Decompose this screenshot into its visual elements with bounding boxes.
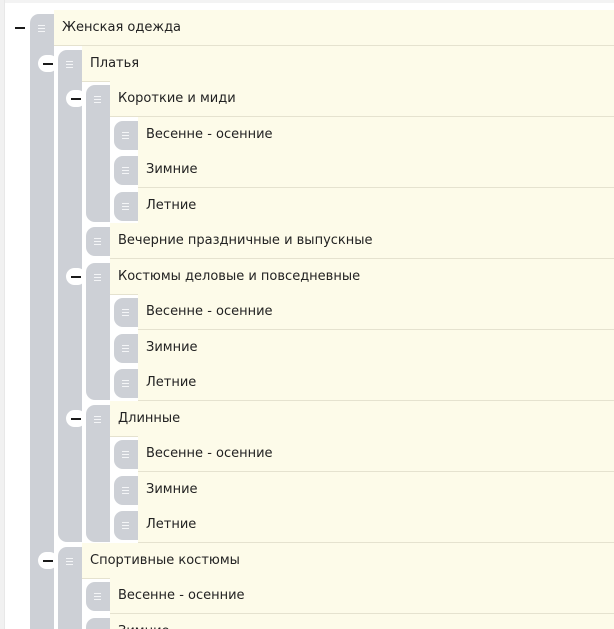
tree-item-label: Зимние [146, 162, 198, 177]
tree-item-label: Летние [146, 375, 197, 390]
drag-handle-icon[interactable] [122, 202, 129, 210]
tree-row-background [138, 152, 614, 188]
tree-row-background [110, 400, 614, 437]
drag-handle-icon[interactable] [122, 167, 129, 174]
collapse-toggle-minus-icon[interactable] [66, 409, 86, 427]
tree-row[interactable]: Весенне - осенние [0, 578, 614, 614]
tree-row[interactable]: Короткие и миди [0, 81, 614, 117]
drag-handle-icon[interactable] [122, 451, 129, 458]
tree-row-background [138, 329, 614, 366]
tree-row[interactable]: Летние [0, 507, 614, 543]
tree-row-background [138, 471, 614, 508]
tree-row-background [138, 507, 614, 543]
tree-row[interactable]: Летние [0, 365, 614, 401]
tree-row[interactable]: Летние [0, 187, 614, 224]
collapse-toggle-minus-icon[interactable] [10, 19, 30, 36]
drag-handle-icon[interactable] [66, 557, 73, 565]
tree-row[interactable]: Костюмы деловые и повседневные [0, 258, 614, 295]
tree-item-label: Летние [146, 197, 197, 213]
drag-handle-icon[interactable] [122, 486, 129, 494]
drag-handle-icon[interactable] [94, 415, 101, 423]
tree-item-label: Женская одежда [62, 20, 182, 35]
drag-handle-icon[interactable] [94, 593, 101, 600]
collapse-toggle-minus-icon[interactable] [66, 267, 86, 285]
tree-row[interactable]: Спортивные костюмы [0, 542, 614, 579]
drag-handle-icon[interactable] [122, 522, 129, 529]
tree-item-label: Вечерние праздничные и выпускные [118, 233, 373, 248]
tree-item-label: Весенне - осенние [118, 588, 245, 603]
drag-handle-icon[interactable] [94, 273, 101, 281]
tree-item-label: Короткие и миди [118, 91, 236, 106]
drag-handle-icon[interactable] [122, 344, 129, 352]
tree-row-background [110, 613, 614, 629]
tree-row[interactable]: Весенне - осенние [0, 436, 614, 472]
collapse-toggle-minus-icon[interactable] [38, 551, 58, 569]
drag-handle-icon[interactable] [122, 380, 129, 387]
tree-row-background [138, 187, 614, 224]
tree-row[interactable]: Зимние [0, 329, 614, 366]
tree-item-label: Зимние [146, 481, 198, 497]
collapse-toggle-minus-icon[interactable] [66, 90, 86, 107]
tree-item-label: Весенне - осенние [146, 446, 273, 461]
drag-handle[interactable] [86, 617, 110, 629]
tree-item-label: Костюмы деловые и повседневные [118, 268, 361, 284]
tree-page: Женская одежда Платья Короткие и миди Весен… [0, 0, 614, 629]
drag-handle-icon[interactable] [66, 60, 73, 68]
drag-handle-icon[interactable] [122, 309, 129, 316]
tree-item-label: Платья [90, 55, 140, 71]
tree-row[interactable]: Весенне - осенние [0, 116, 614, 153]
tree-row[interactable]: Длинные [0, 400, 614, 437]
tree-item-label: Летние [146, 517, 197, 532]
tree-item-label: Длинные [118, 410, 181, 426]
tree-row[interactable]: Женская одежда [0, 10, 614, 46]
tree-row[interactable]: Весенне - осенние [0, 294, 614, 330]
tree-row[interactable]: Платья [0, 45, 614, 82]
tree-row[interactable]: Вечерние праздничные и выпускные [0, 223, 614, 259]
tree-item-label: Весенне - осенние [146, 126, 273, 142]
tree-item-label: Зимние [146, 339, 198, 355]
drag-handle-icon[interactable] [38, 25, 45, 32]
drag-handle-icon[interactable] [94, 96, 101, 103]
tree-row-background [82, 45, 614, 82]
tree-row[interactable]: Зимние [0, 613, 614, 629]
top-border [0, 0, 614, 3]
tree-row[interactable]: Зимние [0, 471, 614, 508]
tree-item-label: Весенне - осенние [146, 304, 273, 319]
tree-item-label: Зимние [118, 614, 170, 629]
collapse-toggle-minus-icon[interactable] [38, 54, 58, 72]
tree-row[interactable]: Зимние [0, 152, 614, 188]
drag-handle-icon[interactable] [94, 238, 101, 245]
tree-row-background [138, 365, 614, 401]
tree-item-label: Спортивные костюмы [90, 552, 240, 568]
drag-handle-icon[interactable] [122, 131, 129, 139]
